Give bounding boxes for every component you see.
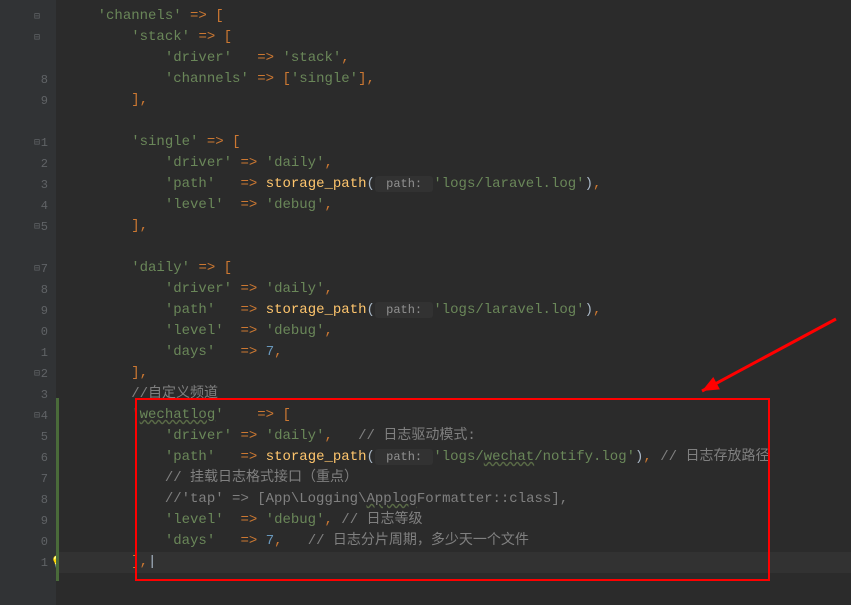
gutter-row: 1⊟ (0, 132, 56, 153)
gutter-row: 8 (0, 489, 56, 510)
fold-icon[interactable]: ⊟ (34, 11, 40, 23)
gutter-row: 3 (0, 174, 56, 195)
code-line[interactable]: 'channels' => [ (56, 6, 851, 27)
gutter-row: 4⊟ (0, 405, 56, 426)
gutter-row: 9 (0, 300, 56, 321)
gutter-row: ⊟ (0, 6, 56, 27)
gutter-row (0, 111, 56, 132)
gutter-row: 7⊟ (0, 258, 56, 279)
line-number: 5 (41, 430, 48, 444)
gutter-row (0, 237, 56, 258)
line-number: 8 (41, 73, 48, 87)
line-number: 3 (41, 388, 48, 402)
parameter-hint: path: (375, 176, 433, 192)
code-line[interactable]: 'path' => storage_path( path: 'logs/wech… (56, 447, 851, 468)
code-line[interactable]: // 挂载日志格式接口（重点） (56, 468, 851, 489)
line-number: 2 (41, 157, 48, 171)
line-number: 5 (41, 220, 48, 234)
code-line[interactable]: 'channels' => ['single'], (56, 69, 851, 90)
fold-icon[interactable]: ⊟ (34, 263, 40, 275)
gutter-row: 7 (0, 468, 56, 489)
line-number: 9 (41, 304, 48, 318)
code-line[interactable]: 'days' => 7, (56, 342, 851, 363)
gutter-row: 1💡 (0, 552, 56, 573)
code-line[interactable]: 'wechatlog' => [ (56, 405, 851, 426)
gutter-row: 2 (0, 153, 56, 174)
code-line[interactable]: 'driver' => 'daily', (56, 153, 851, 174)
code-area[interactable]: 'channels' => [ 'stack' => [ 'driver' =>… (56, 0, 851, 605)
fold-icon[interactable]: ⊟ (34, 368, 40, 380)
code-line[interactable]: //'tap' => [App\Logging\ApplogFormatter:… (56, 489, 851, 510)
line-number: 8 (41, 493, 48, 507)
code-line[interactable]: 'single' => [ (56, 132, 851, 153)
line-number: 1 (41, 136, 48, 150)
modified-marker (56, 398, 59, 581)
code-line[interactable]: 'daily' => [ (56, 258, 851, 279)
fold-icon[interactable]: ⊟ (34, 221, 40, 233)
gutter-row: 9 (0, 510, 56, 531)
gutter-row: 3 (0, 384, 56, 405)
gutter-row: 9 (0, 90, 56, 111)
code-line[interactable]: //自定义频道 (56, 384, 851, 405)
code-line[interactable]: 'level' => 'debug', (56, 195, 851, 216)
parameter-hint: path: (375, 302, 433, 318)
line-number: 4 (41, 199, 48, 213)
code-editor[interactable]: ⊟⊟891⊟2345⊟7⊟89012⊟34⊟5678901💡 'channels… (0, 0, 851, 605)
code-line[interactable]: ],| (56, 552, 851, 573)
line-number: 0 (41, 325, 48, 339)
gutter-row: 8 (0, 69, 56, 90)
gutter-row: 1 (0, 342, 56, 363)
code-line[interactable]: 'driver' => 'daily', (56, 279, 851, 300)
parameter-hint: path: (375, 449, 433, 465)
gutter-row: 5⊟ (0, 216, 56, 237)
fold-icon[interactable]: ⊟ (34, 410, 40, 422)
code-line[interactable] (56, 237, 851, 258)
gutter-row: 6 (0, 447, 56, 468)
gutter-row: 5 (0, 426, 56, 447)
gutter-row: 2⊟ (0, 363, 56, 384)
code-line[interactable]: 'path' => storage_path( path: 'logs/lara… (56, 300, 851, 321)
line-number: 8 (41, 283, 48, 297)
gutter-row: 0 (0, 321, 56, 342)
gutter-row: ⊟ (0, 27, 56, 48)
fold-icon[interactable]: ⊟ (34, 32, 40, 44)
line-number: 7 (41, 472, 48, 486)
code-line[interactable]: 'stack' => [ (56, 27, 851, 48)
code-line[interactable]: ], (56, 90, 851, 111)
line-number: 4 (41, 409, 48, 423)
gutter-row: 8 (0, 279, 56, 300)
code-line[interactable]: 'days' => 7, // 日志分片周期，多少天一个文件 (56, 531, 851, 552)
line-number: 9 (41, 514, 48, 528)
code-line[interactable]: 'driver' => 'stack', (56, 48, 851, 69)
code-line[interactable]: ], (56, 216, 851, 237)
code-line[interactable]: 'driver' => 'daily', // 日志驱动模式: (56, 426, 851, 447)
line-number: 0 (41, 535, 48, 549)
line-number: 1 (41, 556, 48, 570)
gutter-row: 4 (0, 195, 56, 216)
line-number: 6 (41, 451, 48, 465)
fold-icon[interactable]: ⊟ (34, 137, 40, 149)
editor-gutter: ⊟⊟891⊟2345⊟7⊟89012⊟34⊟5678901💡 (0, 0, 56, 605)
line-number: 9 (41, 94, 48, 108)
gutter-row (0, 48, 56, 69)
code-line[interactable] (56, 111, 851, 132)
code-line[interactable]: 'level' => 'debug', (56, 321, 851, 342)
code-line[interactable]: 'level' => 'debug', // 日志等级 (56, 510, 851, 531)
line-number: 7 (41, 262, 48, 276)
gutter-row: 0 (0, 531, 56, 552)
code-line[interactable]: 'path' => storage_path( path: 'logs/lara… (56, 174, 851, 195)
code-line[interactable]: ], (56, 363, 851, 384)
line-number: 1 (41, 346, 48, 360)
line-number: 3 (41, 178, 48, 192)
line-number: 2 (41, 367, 48, 381)
